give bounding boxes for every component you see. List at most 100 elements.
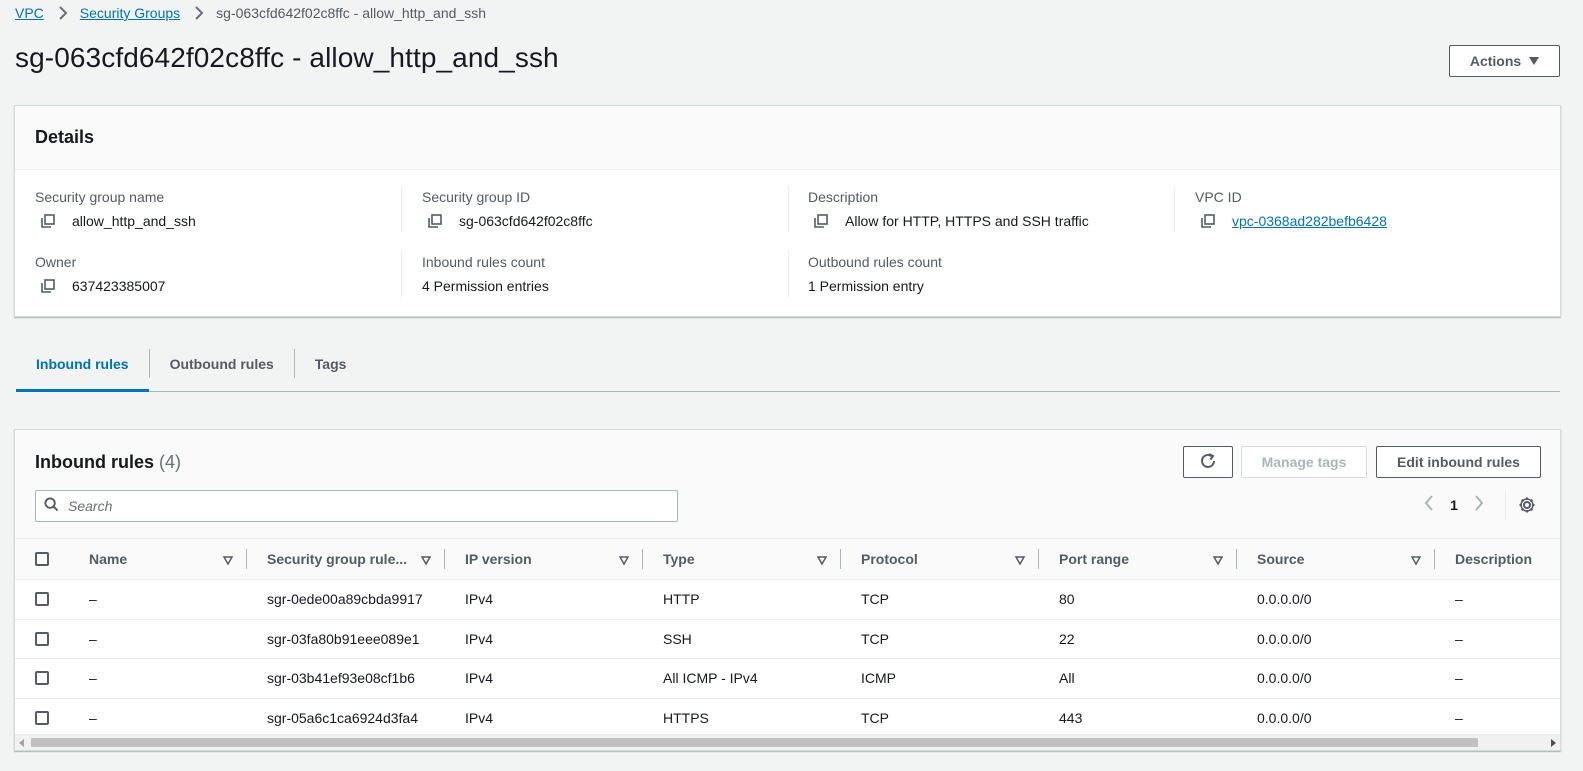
vpc-id-link[interactable]: vpc-0368ad282befb6428: [1232, 213, 1387, 229]
outbound-count-field: Outbound rules count 1 Permission entry: [808, 254, 942, 294]
tab-bar: Inbound rules Outbound rules Tags: [16, 349, 1560, 392]
chevron-right-icon: [56, 6, 70, 20]
actions-button[interactable]: Actions: [1449, 45, 1560, 77]
cell-protocol: TCP: [861, 591, 889, 608]
caret-down-icon: [1529, 57, 1540, 65]
table-header-row: Name Security group rule... IP version T…: [15, 538, 1560, 580]
column-header-ip-version[interactable]: IP version: [445, 538, 643, 580]
cell-port-range: All: [1059, 670, 1075, 687]
inbound-rules-table: Name Security group rule... IP version T…: [15, 538, 1560, 738]
horizontal-scrollbar[interactable]: [15, 734, 1560, 750]
copy-icon[interactable]: [41, 214, 55, 228]
cell-description: –: [1455, 709, 1463, 726]
row-checkbox[interactable]: [35, 671, 49, 686]
copy-icon[interactable]: [1201, 214, 1215, 228]
inbound-count-label: Inbound rules count: [422, 254, 545, 270]
column-header-label: IP version: [465, 551, 532, 567]
cell-ip-version: IPv4: [465, 591, 494, 608]
copy-icon[interactable]: [428, 214, 442, 228]
details-panel: Details Security group name allow_http_a…: [14, 105, 1561, 317]
cell-protocol: TCP: [861, 630, 889, 647]
column-header-label: Description: [1455, 551, 1533, 567]
column-header-label: Name: [89, 551, 128, 567]
refresh-button[interactable]: [1183, 446, 1233, 478]
row-checkbox[interactable]: [35, 710, 49, 725]
column-header-label: Source: [1257, 551, 1305, 567]
page-title: sg-063cfd642f02c8ffc - allow_http_and_ss…: [15, 42, 559, 73]
copy-icon[interactable]: [814, 214, 828, 228]
column-header-description[interactable]: Description: [1435, 538, 1560, 580]
cell-rule-id: sgr-03b41ef93e08cf1b6: [267, 670, 415, 687]
cell-rule-id: sgr-05a6c1ca6924d3fa4: [267, 709, 419, 726]
scrollbar-thumb[interactable]: [31, 738, 1478, 747]
cell-ip-version: IPv4: [465, 709, 494, 726]
inbound-rules-title: Inbound rules (4): [35, 452, 181, 473]
cell-type: HTTP: [663, 591, 700, 608]
cell-description: –: [1455, 630, 1463, 647]
gear-icon[interactable]: [1518, 496, 1536, 517]
column-divider: [401, 186, 402, 232]
cell-port-range: 22: [1059, 630, 1075, 647]
table-row[interactable]: – sgr-0ede00a89cbda9917 IPv4 HTTP TCP 80…: [15, 579, 1560, 620]
owner-label: Owner: [35, 254, 77, 270]
column-header-name[interactable]: Name: [69, 538, 247, 580]
scroll-left-icon[interactable]: [19, 739, 24, 747]
owner-field: Owner 637423385007: [35, 254, 165, 294]
chevron-left-icon[interactable]: [1423, 495, 1435, 514]
breadcrumb-vpc-link[interactable]: VPC: [15, 5, 44, 21]
page-number[interactable]: 1: [1435, 497, 1473, 513]
cell-name: –: [89, 630, 97, 647]
cell-type: HTTPS: [663, 709, 709, 726]
tab-inbound-rules[interactable]: Inbound rules: [16, 349, 149, 392]
manage-tags-button[interactable]: Manage tags: [1241, 446, 1367, 478]
sg-name-label: Security group name: [35, 189, 165, 205]
cell-ip-version: IPv4: [465, 630, 494, 647]
select-all-checkbox[interactable]: [35, 552, 49, 566]
cell-protocol: TCP: [861, 709, 889, 726]
tab-outbound-rules[interactable]: Outbound rules: [150, 349, 294, 391]
search-input[interactable]: [68, 498, 628, 514]
details-header: Details: [15, 106, 1560, 170]
column-header-port-range[interactable]: Port range: [1039, 538, 1237, 580]
sort-icon: [420, 553, 432, 566]
cell-port-range: 443: [1059, 709, 1083, 726]
sg-name-field: Security group name allow_http_and_ssh: [35, 189, 196, 229]
table-row[interactable]: – sgr-03b41ef93e08cf1b6 IPv4 All ICMP - …: [15, 658, 1560, 699]
sg-id-label: Security group ID: [422, 189, 531, 205]
vpc-id-field: VPC ID vpc-0368ad282befb6428: [1195, 189, 1387, 229]
outbound-count-label: Outbound rules count: [808, 254, 942, 270]
copy-icon[interactable]: [41, 279, 55, 293]
column-header-rule-id[interactable]: Security group rule...: [247, 538, 445, 580]
tab-tags[interactable]: Tags: [295, 349, 367, 391]
sort-icon: [618, 553, 630, 566]
pager-divider: [1505, 490, 1506, 520]
edit-inbound-rules-button[interactable]: Edit inbound rules: [1376, 446, 1541, 478]
inbound-rules-count: (4): [159, 452, 182, 472]
row-checkbox[interactable]: [35, 631, 49, 646]
inbound-rules-header: Inbound rules (4) Manage tags Edit inbou…: [15, 430, 1560, 538]
table-row[interactable]: – sgr-03fa80b91eee089e1 IPv4 SSH TCP 22 …: [15, 619, 1560, 659]
owner-value: 637423385007: [72, 278, 166, 294]
chevron-right-icon[interactable]: [1473, 495, 1485, 514]
column-divider: [788, 251, 789, 297]
cell-port-range: 80: [1059, 591, 1075, 608]
column-header-label: Type: [663, 551, 695, 567]
cell-description: –: [1455, 670, 1463, 687]
details-heading: Details: [35, 127, 95, 147]
inbound-rules-title-text: Inbound rules: [35, 452, 154, 472]
column-header-source[interactable]: Source: [1237, 538, 1435, 580]
column-header-protocol[interactable]: Protocol: [841, 538, 1039, 580]
breadcrumb: VPC Security Groups sg-063cfd642f02c8ffc…: [15, 4, 486, 22]
inbound-rules-panel: Inbound rules (4) Manage tags Edit inbou…: [14, 429, 1561, 751]
sg-id-value: sg-063cfd642f02c8ffc: [459, 213, 593, 229]
table-row[interactable]: – sgr-05a6c1ca6924d3fa4 IPv4 HTTPS TCP 4…: [15, 698, 1560, 738]
refresh-icon: [1199, 452, 1217, 473]
outbound-count-value: 1 Permission entry: [808, 278, 924, 294]
column-header-label: Port range: [1059, 551, 1130, 567]
row-checkbox[interactable]: [35, 592, 49, 607]
sg-name-value: allow_http_and_ssh: [72, 213, 196, 229]
column-header-type[interactable]: Type: [643, 538, 841, 580]
scroll-right-icon[interactable]: [1551, 739, 1556, 747]
cell-rule-id: sgr-0ede00a89cbda9917: [267, 591, 423, 608]
breadcrumb-security-groups-link[interactable]: Security Groups: [80, 5, 180, 21]
